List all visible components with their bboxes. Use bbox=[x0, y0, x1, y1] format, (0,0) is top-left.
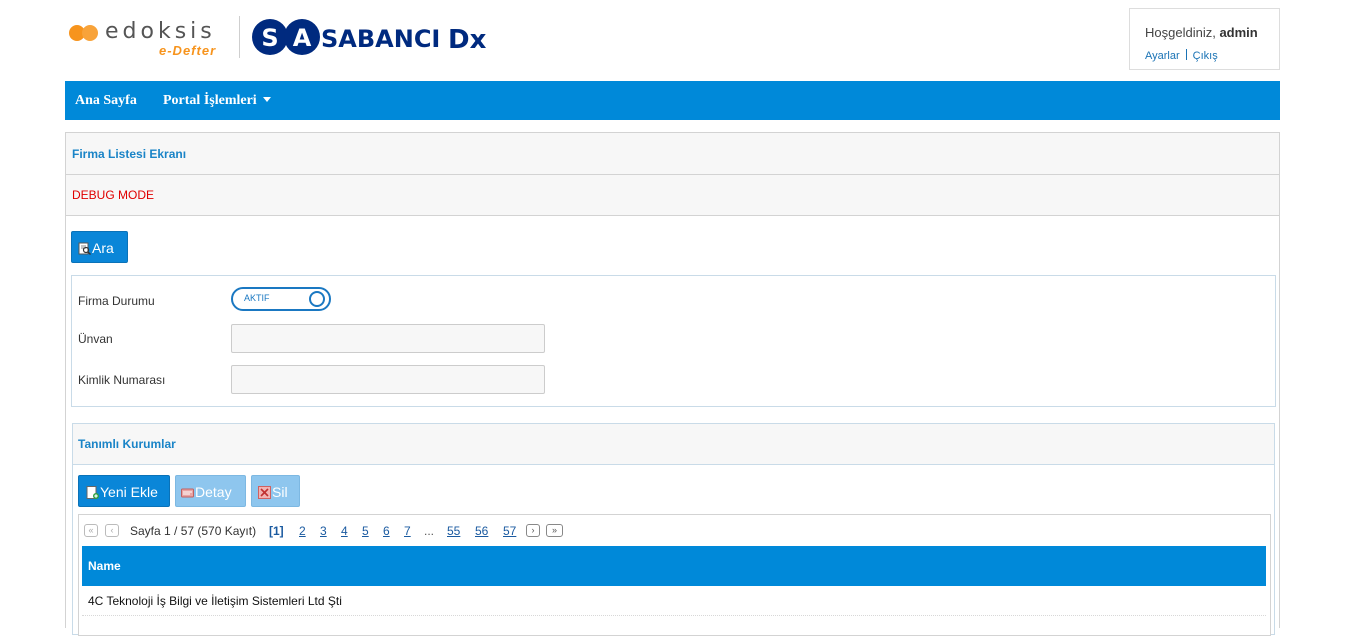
nav-portal-label: Portal İşlemleri bbox=[163, 93, 257, 108]
column-header-name[interactable]: Name bbox=[88, 559, 121, 573]
username: admin bbox=[1219, 25, 1258, 40]
detail-icon bbox=[181, 488, 194, 498]
sabanci-logo-dx: Dx bbox=[448, 25, 487, 55]
toggle-state-text: AKTIF bbox=[244, 293, 270, 303]
last-page-icon[interactable]: » bbox=[546, 524, 563, 537]
welcome-prefix: Hoşgeldiniz, bbox=[1145, 25, 1220, 40]
first-page-icon[interactable]: « bbox=[84, 524, 98, 537]
add-new-button[interactable]: Yeni Ekle bbox=[78, 475, 170, 507]
user-links: Ayarlar Çıkış bbox=[1145, 49, 1218, 62]
page-link[interactable]: 55 bbox=[447, 524, 460, 538]
link-separator bbox=[1185, 49, 1187, 60]
page-link[interactable]: 57 bbox=[503, 524, 516, 538]
page-ellipsis: ... bbox=[424, 524, 435, 538]
identity-number-input[interactable] bbox=[231, 365, 545, 394]
detail-label: Detay bbox=[195, 484, 232, 500]
company-status-label: Firma Durumu bbox=[78, 294, 155, 308]
delete-icon bbox=[258, 486, 271, 499]
prev-page-icon[interactable]: ‹ bbox=[105, 524, 119, 537]
page-link[interactable]: 5 bbox=[362, 524, 369, 538]
page-link[interactable]: 2 bbox=[299, 524, 306, 538]
sabanci-logo-text: SABANCI bbox=[321, 25, 440, 53]
nav-home[interactable]: Ana Sayfa bbox=[75, 81, 137, 120]
search-button[interactable]: Ara bbox=[71, 231, 128, 263]
page-link[interactable]: 4 bbox=[341, 524, 348, 538]
user-welcome-box: Hoşgeldiniz, admin Ayarlar Çıkış bbox=[1129, 8, 1280, 70]
company-list-panel: Firma Listesi Ekranı DEBUG MODE Ara Firm… bbox=[65, 132, 1280, 636]
title-input[interactable] bbox=[231, 324, 545, 353]
title-label: Ünvan bbox=[78, 332, 113, 346]
page-link[interactable]: 3 bbox=[320, 524, 327, 538]
institutions-grid: « ‹ Sayfa 1 / 57 (570 Kayıt) [1] 2 3 4 5… bbox=[78, 514, 1271, 636]
next-page-icon[interactable]: › bbox=[526, 524, 540, 537]
pager-info: Sayfa 1 / 57 (570 Kayıt) bbox=[130, 524, 257, 538]
institutions-header: Tanımlı Kurumlar bbox=[73, 424, 1274, 465]
sabanci-dx-logo: S A SABANCI Dx bbox=[252, 19, 487, 55]
search-filters: Firma Durumu AKTIF Ünvan Kimlik Numarası bbox=[71, 275, 1276, 407]
svg-text:A: A bbox=[293, 24, 312, 52]
add-new-label: Yeni Ekle bbox=[100, 484, 158, 500]
defined-institutions-panel: Tanımlı Kurumlar Yeni Ekle Detay Sil « ‹… bbox=[72, 423, 1275, 636]
main-navbar: Ana Sayfa Portal İşlemleri bbox=[65, 81, 1280, 120]
logout-link[interactable]: Çıkış bbox=[1193, 50, 1218, 62]
page-title: Firma Listesi Ekranı bbox=[72, 147, 187, 161]
logo-divider bbox=[239, 16, 240, 58]
identity-number-label: Kimlik Numarası bbox=[78, 373, 166, 387]
grid-header: Name bbox=[82, 546, 1266, 586]
table-row[interactable]: 4C Teknoloji İş Bilgi ve İletişim Sistem… bbox=[82, 587, 1266, 616]
detail-button[interactable]: Detay bbox=[175, 475, 246, 507]
page-current: [1] bbox=[269, 524, 284, 538]
panel-header: Firma Listesi Ekranı bbox=[66, 133, 1279, 175]
toggle-knob bbox=[309, 291, 325, 307]
settings-link[interactable]: Ayarlar bbox=[1145, 50, 1180, 62]
debug-mode-label: DEBUG MODE bbox=[72, 188, 155, 202]
welcome-text: Hoşgeldiniz, admin bbox=[1145, 25, 1258, 40]
page-link[interactable]: 56 bbox=[475, 524, 488, 538]
edoksis-logo-dots-icon bbox=[69, 25, 101, 41]
edoksis-logo-subtitle: e-Defter bbox=[159, 43, 217, 58]
debug-banner: DEBUG MODE bbox=[66, 175, 1279, 216]
svg-text:S: S bbox=[261, 24, 278, 52]
delete-button[interactable]: Sil bbox=[251, 475, 300, 507]
delete-label: Sil bbox=[272, 484, 288, 500]
page-link[interactable]: 7 bbox=[404, 524, 411, 538]
nav-portal-operations[interactable]: Portal İşlemleri bbox=[163, 81, 271, 120]
table-cell-name: 4C Teknoloji İş Bilgi ve İletişim Sistem… bbox=[88, 594, 342, 608]
page-link[interactable]: 6 bbox=[383, 524, 390, 538]
search-icon bbox=[78, 242, 91, 255]
chevron-down-icon bbox=[262, 97, 271, 102]
edoksis-logo-text: edoksis bbox=[105, 19, 216, 44]
search-button-label: Ara bbox=[92, 240, 114, 256]
add-document-icon bbox=[86, 486, 99, 499]
company-status-toggle[interactable]: AKTIF bbox=[231, 287, 331, 311]
institutions-title: Tanımlı Kurumlar bbox=[78, 437, 176, 451]
